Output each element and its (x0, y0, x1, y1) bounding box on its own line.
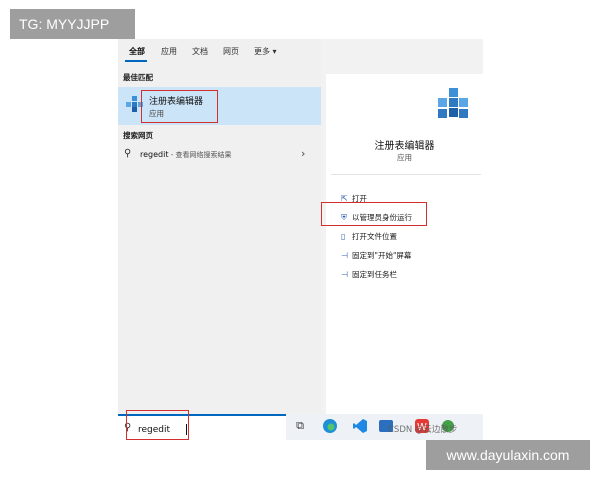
detail-divider (331, 174, 481, 175)
action-open-file-location[interactable]: ▯ 打开文件位置 (341, 231, 397, 242)
annotation-box-search (126, 410, 189, 440)
vscode-icon[interactable] (352, 418, 368, 434)
web-search-result[interactable]: regedit - 查看网络搜索结果 (140, 150, 231, 160)
registry-editor-large-icon (436, 88, 470, 124)
chevron-right-icon[interactable]: › (301, 147, 305, 160)
pin-taskbar-icon: ⊣ (341, 270, 348, 279)
search-icon: ⚲ (124, 148, 132, 159)
watermark-top-left: TG: MYYJJPP (10, 9, 135, 39)
tab-more[interactable]: 更多 ▾ (254, 46, 277, 57)
detail-pane (326, 74, 483, 414)
action-pin-taskbar[interactable]: ⊣ 固定到任务栏 (341, 269, 397, 280)
task-view-icon[interactable]: ⧉ (292, 418, 308, 434)
best-match-heading: 最佳匹配 (123, 73, 153, 82)
tab-documents[interactable]: 文档 (192, 46, 208, 57)
web-search-keyword: regedit (140, 150, 169, 159)
tab-all[interactable]: 全部 (129, 46, 145, 57)
tab-apps[interactable]: 应用 (161, 46, 177, 57)
web-search-heading: 搜索网页 (123, 131, 153, 140)
tab-web[interactable]: 网页 (223, 46, 239, 57)
active-tab-indicator (125, 60, 147, 62)
web-search-suffix: - 查看网络搜索结果 (168, 151, 232, 159)
watermark-bottom-right: www.dayulaxin.com (426, 440, 590, 470)
edge-icon[interactable] (322, 418, 338, 434)
pin-icon: ⊣ (341, 251, 348, 260)
detail-title: 注册表编辑器 (374, 141, 435, 152)
action-pin-start[interactable]: ⊣ 固定到"开始"屏幕 (341, 250, 411, 261)
folder-location-icon: ▯ (341, 232, 346, 241)
annotation-box-run-as-admin (321, 202, 427, 226)
annotation-box-best-match (141, 90, 218, 123)
detail-subtitle: 应用 (397, 153, 412, 162)
csdn-watermark: CSDN @云边散步 (388, 425, 458, 435)
